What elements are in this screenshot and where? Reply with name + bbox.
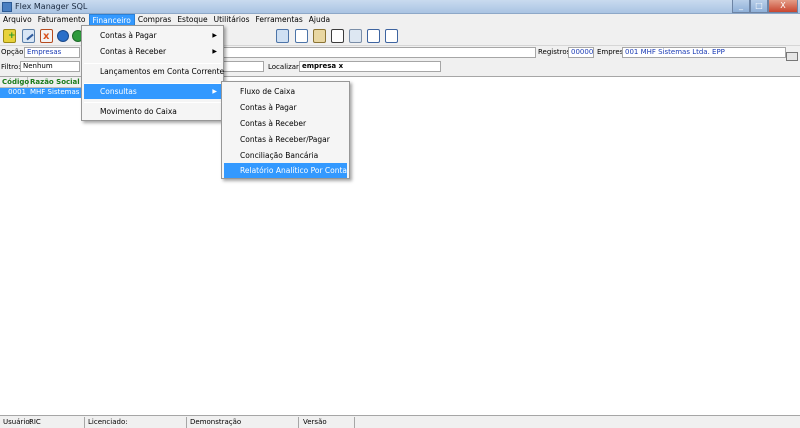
maximize-button[interactable]: □ [750,0,768,13]
option-extension[interactable] [220,47,536,58]
empresa-field: 001 MHF Sistemas Ltda. EPP [622,47,786,58]
report-icon[interactable] [276,29,289,43]
status-bar: Usuário: RIC Licenciado: Demonstração Ve… [0,415,800,428]
submenu-arrow-icon: ▶ [212,48,217,55]
consultas-submenu: Fluxo de Caixa Contas à Pagar Contas à R… [221,81,350,179]
toolbar-options-icon[interactable] [786,52,798,61]
filtro-label: Filtro: [1,63,21,71]
registros-field: 000001 [568,47,594,58]
close-button[interactable]: X [768,0,798,13]
app-icon [2,2,12,12]
menu-item-movimento-do-caixa[interactable]: Movimento do Caixa [84,104,221,119]
usuario-value: RIC [29,418,41,426]
option-field[interactable]: Empresas [24,47,80,58]
menu-item-conciliacao-bancaria[interactable]: Conciliação Bancária [224,148,347,163]
menu-item-fluxo-de-caixa[interactable]: Fluxo de Caixa [224,84,347,99]
data-grid: Código Razão Social 0001 MHF Sistemas Lt… [0,76,800,415]
list-icon[interactable] [367,29,380,43]
option-label: Opção: [1,48,26,56]
clipboard-icon[interactable] [313,29,326,43]
filtro-field[interactable]: Nenhum [20,61,80,72]
licenciado-label: Licenciado: [88,418,128,426]
new-icon[interactable]: + [3,29,16,43]
menu-arquivo[interactable]: Arquivo [0,14,35,26]
menu-ajuda[interactable]: Ajuda [306,14,333,26]
usuario-label: Usuário: [3,418,32,426]
menu-item-relatorio-analitico-por-conta[interactable]: Relatório Analítico Por Conta [224,163,347,178]
menu-item-lancamentos-conta-corrente[interactable]: Lançamentos em Conta Corrente [84,64,224,79]
table-icon[interactable] [331,29,344,43]
submenu-arrow-icon: ▶ [212,88,217,95]
delete-icon[interactable]: x [40,29,53,43]
localizar-input[interactable]: empresa x [299,61,441,72]
menu-item-consultas[interactable]: Consultas ▶ [84,84,221,99]
chart-window-icon[interactable] [385,29,398,43]
tools-icon[interactable] [349,29,362,43]
header-codigo[interactable]: Código [0,77,29,88]
grid-header: Código Razão Social [0,77,82,88]
localizar-label: Localizar: [268,63,302,71]
menu-item-contas-a-receber-pagar[interactable]: Contas à Receber/Pagar [224,132,347,147]
minimize-button[interactable]: _ [732,0,750,13]
cell-codigo: 0001 [8,88,26,96]
menu-item-contas-a-pagar[interactable]: Contas à Pagar ▶ [84,28,221,43]
window-title: Flex Manager SQL [15,2,88,11]
back-icon[interactable] [57,30,69,42]
financeiro-menu: Contas à Pagar ▶ Contas à Receber ▶ Lançam… [81,25,224,121]
menu-ferramentas[interactable]: Ferramentas [253,14,306,26]
calculator-icon[interactable] [295,29,308,43]
title-bar: Flex Manager SQL _ □ X [0,0,800,14]
modo-value: Demonstração [190,418,242,426]
submenu-arrow-icon: ▶ [212,32,217,39]
header-razao-social[interactable]: Razão Social [28,77,82,88]
versao-label: Versão [303,418,327,426]
edit-icon[interactable] [22,29,35,43]
table-row[interactable]: 0001 MHF Sistemas Ltda [0,88,82,98]
filtro-extension[interactable] [220,61,264,72]
menu-item-consulta-contas-a-pagar[interactable]: Contas à Pagar [224,100,347,115]
cell-razao-social: MHF Sistemas Ltda [30,88,82,96]
menu-item-contas-a-receber[interactable]: Contas à Receber ▶ [84,44,221,59]
menu-item-consulta-contas-a-receber[interactable]: Contas à Receber [224,116,347,131]
